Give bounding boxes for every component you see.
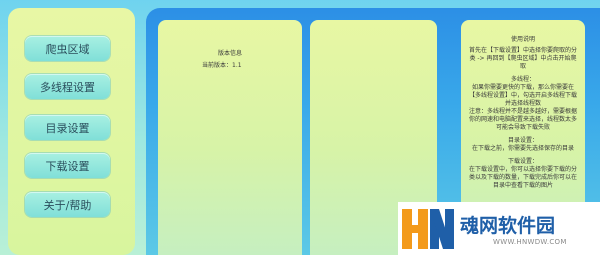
help-heading-download: 下载设置： xyxy=(507,158,538,165)
download-settings-button[interactable]: 下载设置 xyxy=(25,153,110,178)
help-paragraph: 首先在【下载设置】中选择你要爬取的分类 -> 再回到【爬虫区域】中点击开始爬取 xyxy=(468,47,577,70)
hn-logo-icon xyxy=(402,209,454,249)
watermark-site-url: WWW.HNWDW.COM xyxy=(493,238,567,246)
watermark-site-name: 魂网软件园 xyxy=(460,215,556,237)
crawler-area-button[interactable]: 爬虫区域 xyxy=(25,36,110,61)
version-info-panel: 版本信息 当前版本：1.1 xyxy=(158,20,302,255)
multithread-settings-button[interactable]: 多线程设置 xyxy=(25,74,110,99)
site-watermark: 魂网软件园 WWW.HNWDW.COM xyxy=(398,202,600,255)
help-title: 使用说明 xyxy=(510,36,535,43)
version-info-title: 版本信息 xyxy=(217,50,242,57)
sidebar-panel: 爬虫区域 多线程设置 目录设置 下载设置 关于/帮助 xyxy=(8,8,135,255)
help-heading-multithread: 多线程： xyxy=(510,76,535,83)
help-paragraph: 如果你需要更快的下载，那么你需要在【多线程设置】中，勾选开启多线程下载并选择线程… xyxy=(468,84,577,107)
help-paragraph: 在下载之前，你需要先选择保存的目录 xyxy=(471,145,574,152)
directory-settings-button[interactable]: 目录设置 xyxy=(25,115,110,140)
help-paragraph: 在下载设置中，你可以选择你要下载的分类以及下载的数量，下载完成后你可以在目录中查… xyxy=(468,166,577,189)
help-paragraph: 注意：多线程并不是越多越好，需要根据你的网速和电脑配置来选择，线程数太多可能会导… xyxy=(468,108,577,131)
help-text: 首先在【下载设置】中选择你要爬取的分类 -> 再回到【爬虫区域】中点击开始爬取 … xyxy=(467,47,579,190)
about-help-button[interactable]: 关于/帮助 xyxy=(25,192,110,217)
help-heading-directory: 目录设置： xyxy=(507,137,538,144)
current-version-text: 当前版本：1.1 xyxy=(202,62,242,69)
